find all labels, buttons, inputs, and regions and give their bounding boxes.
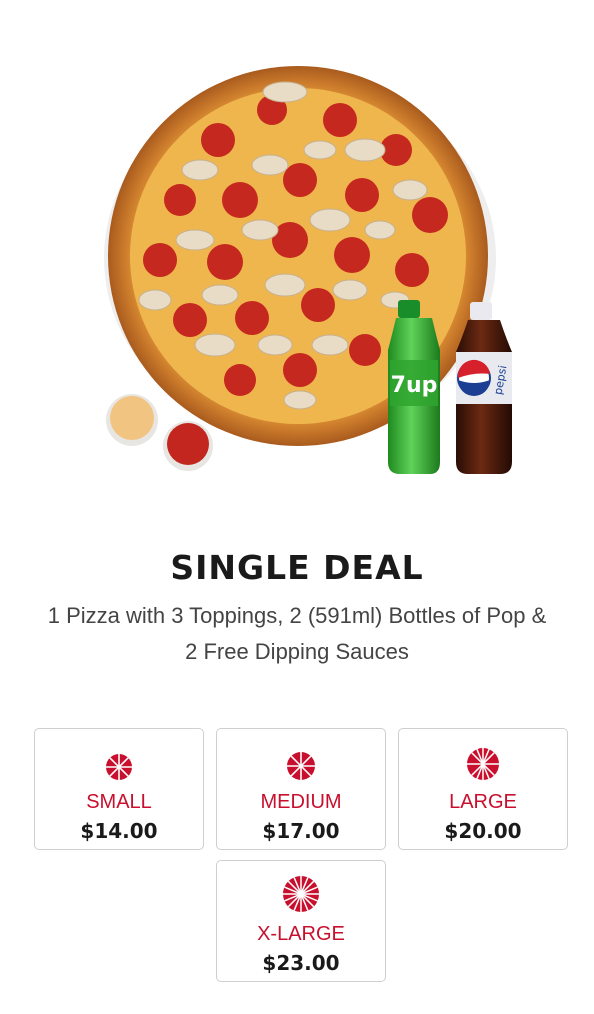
size-label: MEDIUM xyxy=(260,791,342,813)
size-price: $14.00 xyxy=(80,819,158,843)
size-label: X-LARGE xyxy=(257,923,345,945)
pizza-icon xyxy=(467,748,499,780)
size-label: LARGE xyxy=(449,791,517,813)
size-price: $20.00 xyxy=(444,819,522,843)
size-options: SMALL $14.00 MEDIUM $17.00 LARGE $20.00 … xyxy=(34,728,570,988)
deal-description: 1 Pizza with 3 Toppings, 2 (591ml) Bottl… xyxy=(30,598,564,670)
size-option-large[interactable]: LARGE $20.00 xyxy=(398,728,568,850)
size-label: SMALL xyxy=(86,791,152,813)
bottle-left-label: 7up xyxy=(391,373,438,398)
pizza-icon xyxy=(287,752,315,780)
pizza-icon xyxy=(283,876,319,912)
deal-title: SINGLE DEAL xyxy=(170,548,424,587)
size-option-small[interactable]: SMALL $14.00 xyxy=(34,728,204,850)
pizza-icon xyxy=(106,754,132,780)
size-price: $23.00 xyxy=(262,951,340,975)
deal-description-line-2: 2 Free Dipping Sauces xyxy=(185,639,409,664)
size-option-x-large[interactable]: X-LARGE $23.00 xyxy=(216,860,386,982)
size-price: $17.00 xyxy=(262,819,340,843)
deal-description-line-1: 1 Pizza with 3 Toppings, 2 (591ml) Bottl… xyxy=(47,603,547,628)
size-option-medium[interactable]: MEDIUM $17.00 xyxy=(216,728,386,850)
deal-hero-image: 7up pepsi xyxy=(0,0,594,500)
soda-bottle-left: 7up xyxy=(388,300,440,474)
